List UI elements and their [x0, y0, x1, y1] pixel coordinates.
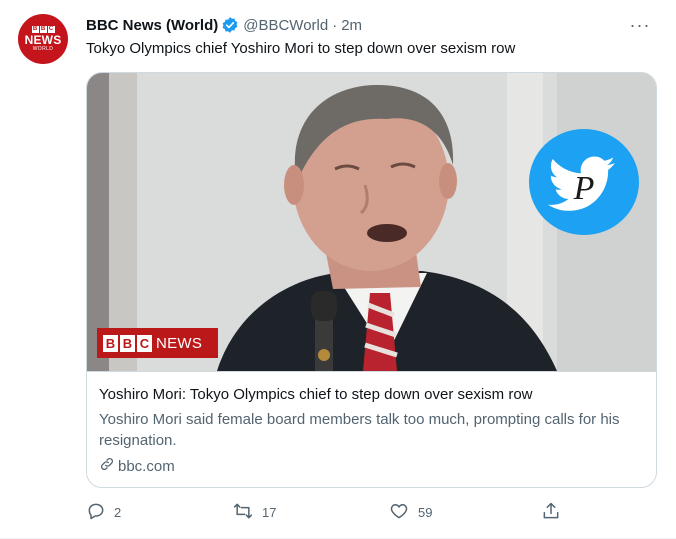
bbc-logo-block: C [137, 334, 152, 352]
tweet-header: BBC News (World) @BBCWorld · 2m [86, 14, 362, 36]
tweet-timestamp[interactable]: 2m [341, 17, 362, 34]
bbc-logo-block: B [120, 334, 135, 352]
like-icon [388, 501, 418, 524]
like-button[interactable]: 59 [388, 500, 432, 524]
tweet-actions: 2 17 59 [86, 500, 576, 524]
link-icon [99, 456, 118, 476]
separator-dot: · [332, 16, 338, 34]
bbc-news-logo: B B C NEWS [97, 328, 218, 358]
reply-button[interactable]: 2 [86, 500, 121, 524]
card-domain: bbc.com [99, 456, 175, 476]
tweet-text: Tokyo Olympics chief Yoshiro Mori to ste… [86, 40, 516, 57]
tweet[interactable]: B B C NEWS WORLD BBC News (World) @BBCWo… [0, 0, 676, 539]
more-options-icon[interactable]: ··· [626, 14, 654, 36]
retweet-button[interactable]: 17 [232, 500, 276, 524]
avatar-bbc-blocks: B B C [31, 25, 55, 33]
author-name[interactable]: BBC News (World) [86, 17, 218, 34]
avatar-block: B [39, 25, 47, 33]
card-body[interactable]: Yoshiro Mori: Tokyo Olympics chief to st… [87, 371, 656, 487]
retweet-count: 17 [262, 504, 277, 520]
svg-text:P: P [573, 170, 595, 207]
twitter-bird-icon: P [529, 129, 639, 235]
bbc-logo-blocks: B B C [103, 334, 152, 352]
card-title: Yoshiro Mori: Tokyo Olympics chief to st… [99, 386, 533, 403]
avatar-news-text: NEWS [24, 32, 62, 47]
avatar-block: B [31, 25, 39, 33]
avatar-world-text: WORLD [32, 45, 54, 52]
author-handle[interactable]: @BBCWorld [243, 17, 328, 34]
like-count: 59 [418, 504, 433, 520]
link-card[interactable]: P B B C NEWS Yoshiro Mori: Tokyo Olympic… [86, 72, 657, 488]
card-description: Yoshiro Mori said female board members t… [99, 411, 620, 449]
reply-count: 2 [114, 504, 122, 520]
card-domain-text: bbc.com [118, 457, 175, 475]
avatar-block: C [47, 25, 55, 33]
reply-icon [86, 501, 114, 524]
share-button[interactable] [541, 500, 569, 524]
bbc-logo-news-text: NEWS [156, 334, 203, 352]
verified-badge-icon [221, 16, 239, 34]
share-icon [541, 501, 569, 524]
avatar[interactable]: B B C NEWS WORLD [18, 14, 68, 64]
bbc-logo-block: B [103, 334, 118, 352]
retweet-icon [232, 501, 262, 524]
card-image[interactable]: P B B C NEWS [87, 73, 656, 371]
